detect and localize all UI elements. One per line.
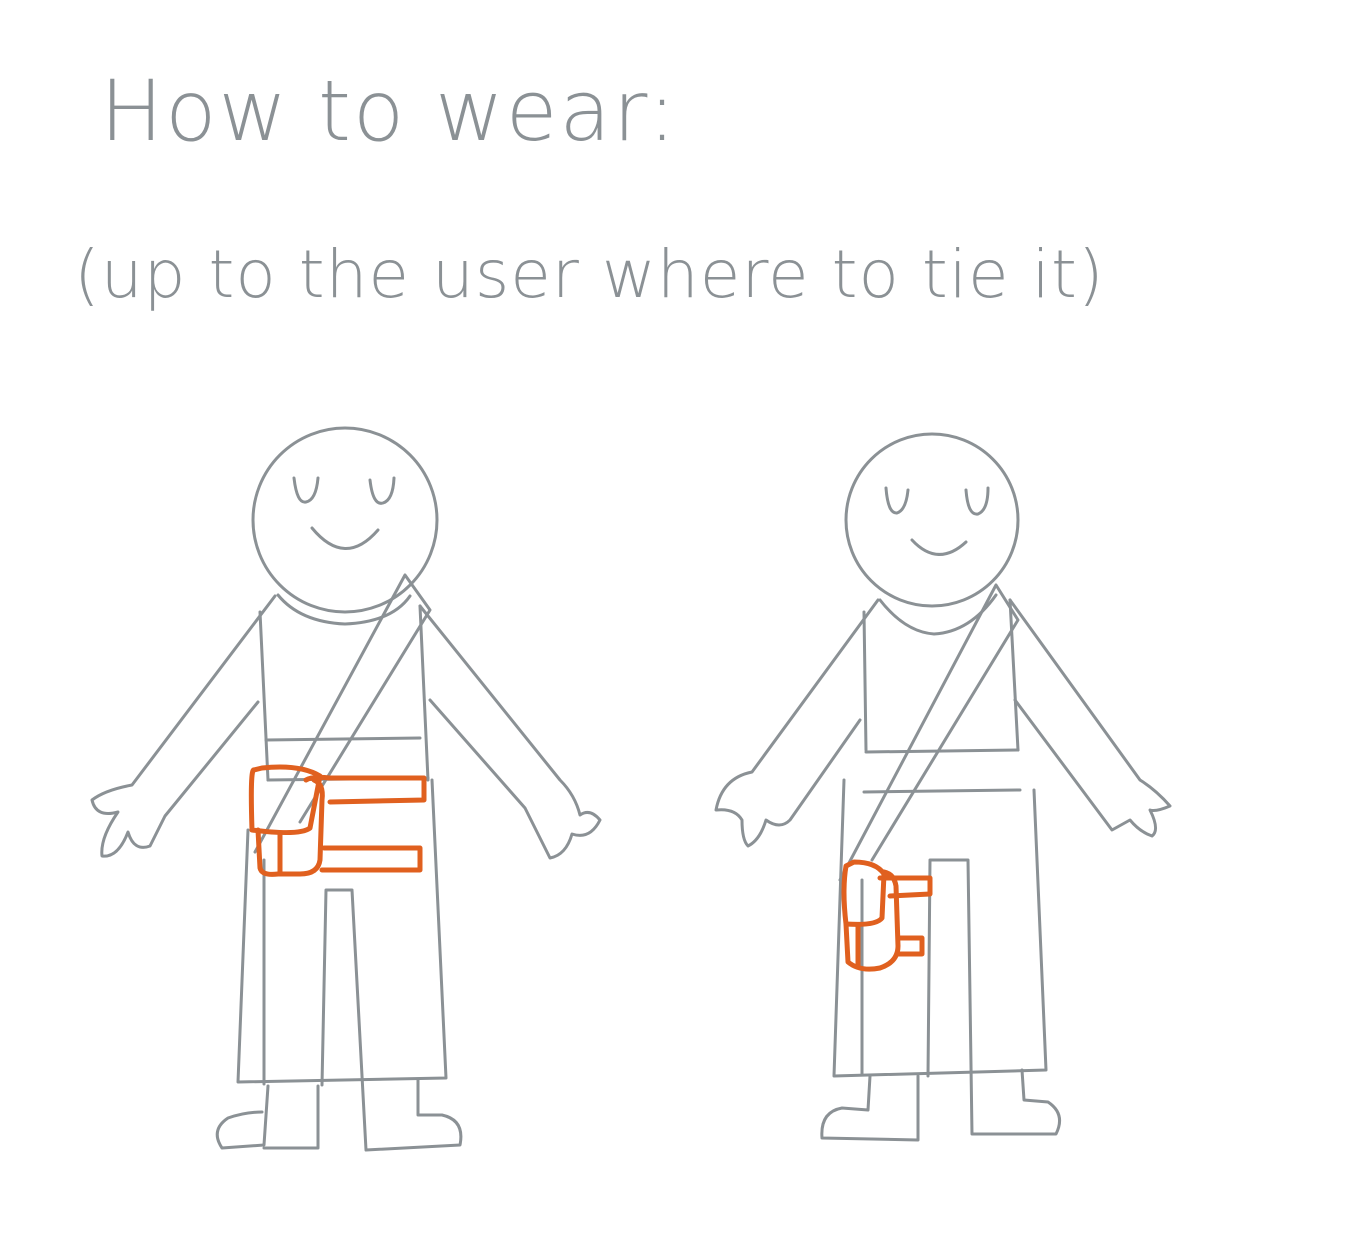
figure-right-head xyxy=(844,432,1020,608)
figure-left xyxy=(90,426,602,1152)
drawing-canvas: How to wear: (up to the user where to ti… xyxy=(0,0,1345,1254)
figure-right-bag-flap xyxy=(877,875,933,899)
figure-left-outline xyxy=(90,426,602,1152)
figure-right-neck xyxy=(878,593,998,636)
figure-left-arm-right xyxy=(418,604,602,860)
figure-right xyxy=(714,432,1172,1142)
figure-right-waistband xyxy=(862,748,1022,794)
figure-left-arm-left xyxy=(90,594,277,858)
figure-right-bag-strap xyxy=(895,935,925,957)
figure-left-strap xyxy=(253,573,432,854)
figure-right-eye-right xyxy=(964,486,990,516)
figure-right-bag-pocket xyxy=(841,859,887,927)
figure-right-outline xyxy=(714,432,1172,1142)
figure-left-eye-left xyxy=(292,476,320,504)
figure-left-bag xyxy=(248,764,427,877)
figure-right-smile xyxy=(910,538,968,556)
figure-left-eye-right xyxy=(368,476,396,505)
figure-right-skirt xyxy=(832,778,1048,1078)
figure-right-arm-left xyxy=(714,598,880,848)
figure-right-eye-left xyxy=(884,486,910,515)
figure-left-legs xyxy=(215,1084,320,1150)
figure-left-bag-strap xyxy=(319,845,423,873)
figures-illustration xyxy=(90,426,1172,1152)
figure-right-torso-left xyxy=(862,610,868,752)
figure-left-head xyxy=(251,426,439,614)
figure-left-torso-right xyxy=(418,604,430,782)
figure-left-torso xyxy=(258,610,270,782)
figure-left-smile xyxy=(310,526,380,550)
figure-right-leg-left xyxy=(820,1074,920,1142)
figure-right-bag xyxy=(841,859,933,972)
figure-right-bag-body xyxy=(843,869,901,972)
